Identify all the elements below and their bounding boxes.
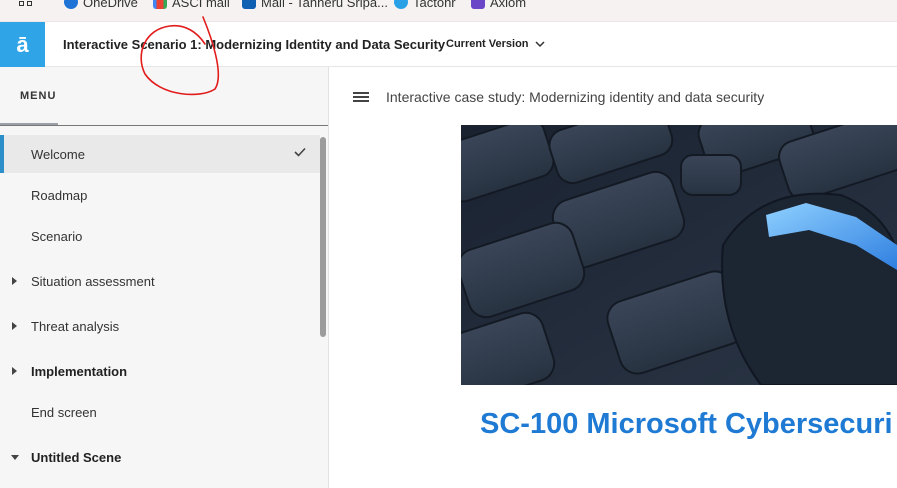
sidebar-item-roadmap[interactable]: Roadmap bbox=[0, 176, 320, 214]
sidebar-item-threat-analysis[interactable]: Threat analysis bbox=[0, 307, 320, 345]
caret-right-icon bbox=[12, 322, 17, 330]
onedrive-icon bbox=[64, 0, 78, 9]
bookmark-outlook-mail[interactable]: Mail - Tanneru Sripa... bbox=[242, 0, 388, 10]
tactonr-icon bbox=[394, 0, 408, 9]
sidebar-item-label: Implementation bbox=[31, 363, 128, 379]
caret-right-icon bbox=[12, 367, 17, 375]
hamburger-menu-icon[interactable] bbox=[353, 92, 369, 103]
sidebar-item-situation-assessment[interactable]: Situation assessment bbox=[0, 262, 320, 300]
sidebar-item-untitled-scene[interactable]: Untitled Scene bbox=[0, 438, 320, 476]
main-content: Interactive case study: Modernizing iden… bbox=[330, 67, 897, 488]
caret-right-icon bbox=[12, 277, 17, 285]
chevron-down-icon bbox=[535, 40, 545, 47]
menu-divider bbox=[0, 125, 328, 126]
logo-glyph: ā bbox=[16, 31, 29, 57]
sidebar-item-label: End screen bbox=[31, 404, 97, 420]
bookmarks-bar: OneDrive ASCI mail Mail - Tanneru Sripa.… bbox=[0, 0, 897, 22]
sidebar-item-scenario[interactable]: Scenario bbox=[0, 217, 320, 255]
hero-keyboard-image bbox=[461, 125, 897, 385]
bookmark-tactonr[interactable]: Tactonr bbox=[394, 0, 456, 10]
course-logo[interactable]: ā bbox=[0, 22, 45, 67]
sidebar-item-label: Scenario bbox=[31, 228, 83, 244]
case-study-title: Interactive case study: Modernizing iden… bbox=[386, 89, 765, 105]
sidebar-menu: MENU Welcome Roadmap Scenario Situation … bbox=[0, 67, 329, 488]
version-dropdown[interactable]: Current Version bbox=[446, 38, 545, 50]
course-heading: SC-100 Microsoft Cybersecuri bbox=[480, 408, 893, 440]
sidebar-item-end-screen[interactable]: End screen bbox=[0, 393, 320, 431]
sidebar-item-label: Roadmap bbox=[31, 187, 88, 203]
menu-tab[interactable]: MENU bbox=[20, 90, 56, 102]
sidebar-item-welcome[interactable]: Welcome bbox=[0, 135, 320, 173]
sidebar-item-label: Welcome bbox=[31, 146, 85, 162]
gmail-icon bbox=[153, 0, 167, 9]
sidebar-item-implementation[interactable]: Implementation bbox=[0, 352, 320, 390]
bookmark-axiom[interactable]: Axiom bbox=[471, 0, 526, 10]
bookmark-onedrive[interactable]: OneDrive bbox=[64, 0, 138, 10]
course-title: Interactive Scenario 1: Modernizing Iden… bbox=[63, 37, 446, 52]
keyboard-illustration bbox=[461, 125, 897, 385]
apps-grid-icon[interactable] bbox=[19, 0, 33, 8]
checkmark-icon bbox=[294, 147, 306, 157]
sidebar-scrollbar[interactable] bbox=[320, 137, 326, 337]
caret-down-icon bbox=[11, 455, 19, 460]
bookmark-asci-mail[interactable]: ASCI mail bbox=[153, 0, 230, 10]
sidebar-item-label: Situation assessment bbox=[31, 273, 155, 289]
sidebar-item-label: Untitled Scene bbox=[31, 449, 122, 465]
course-header: ā Interactive Scenario 1: Modernizing Id… bbox=[0, 22, 897, 67]
version-label: Current Version bbox=[446, 38, 529, 50]
sidebar-item-label: Threat analysis bbox=[31, 318, 120, 334]
axiom-icon bbox=[471, 0, 485, 9]
outlook-icon bbox=[242, 0, 256, 9]
